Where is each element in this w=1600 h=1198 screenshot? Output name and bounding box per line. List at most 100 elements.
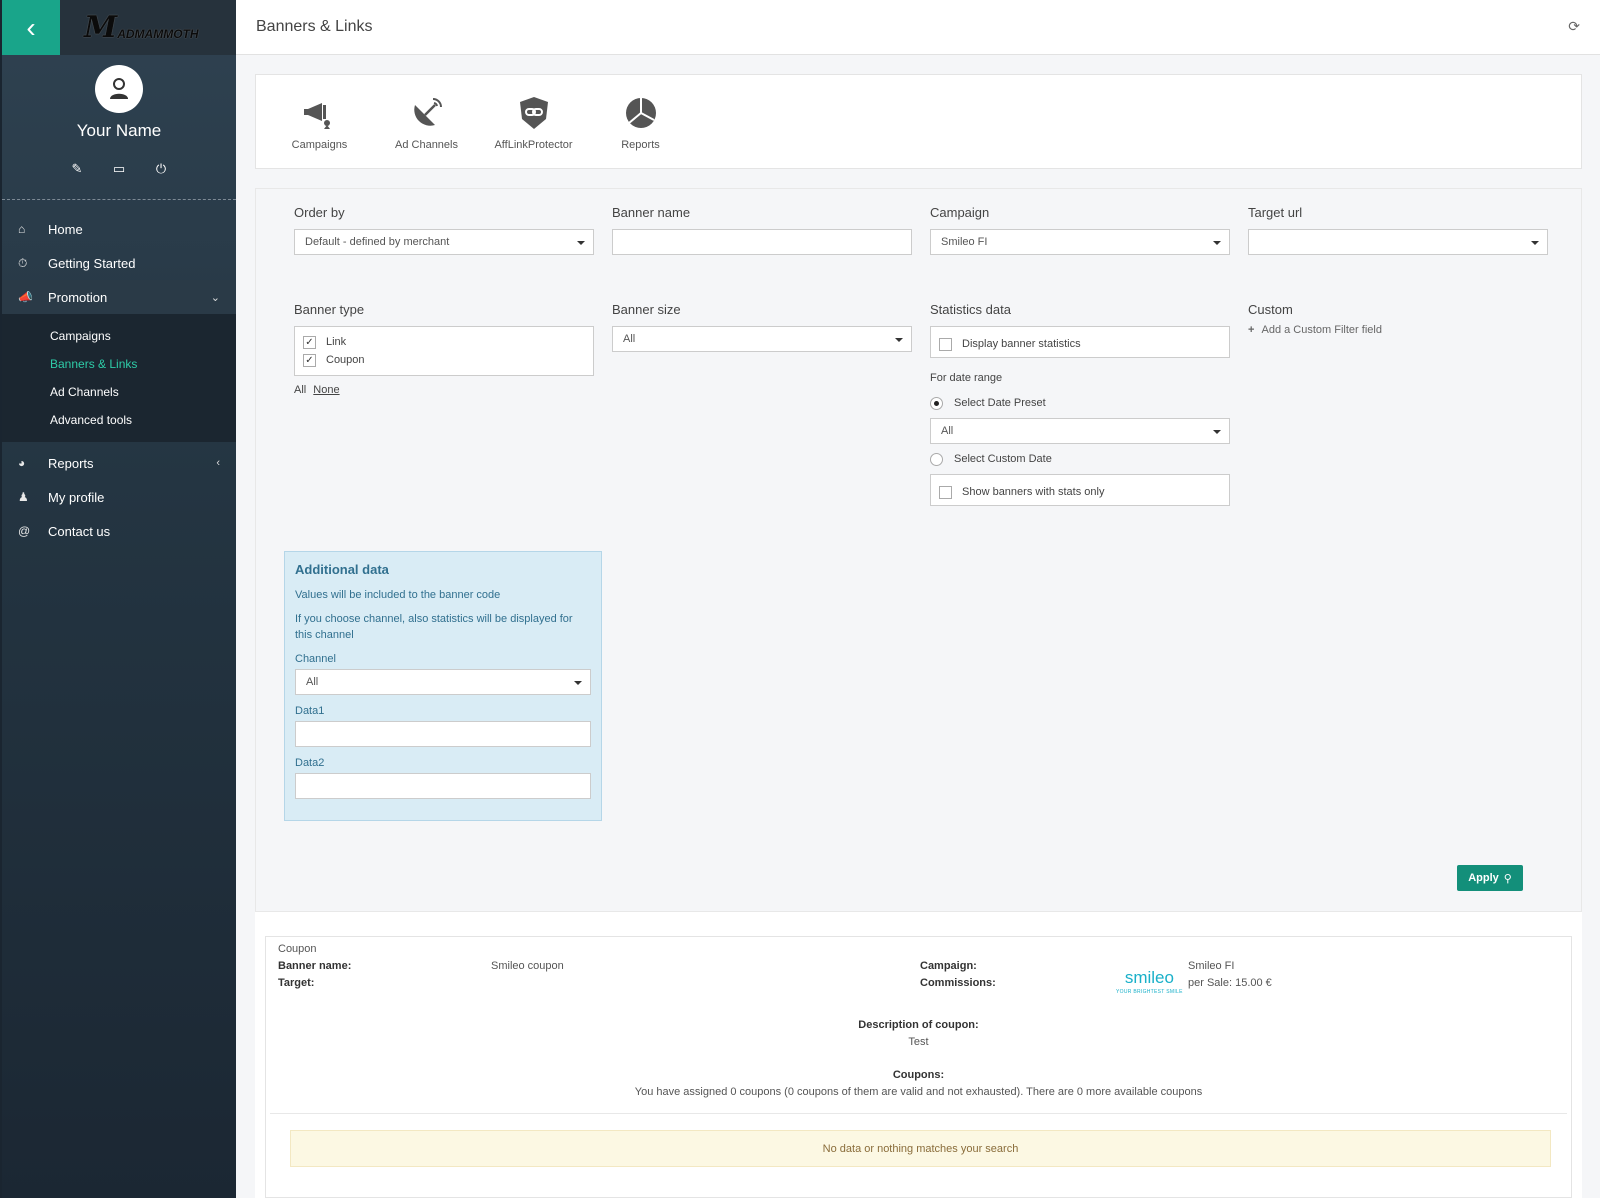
plus-icon: +: [1248, 324, 1255, 336]
order-by-select[interactable]: Default - defined by merchant: [294, 229, 594, 255]
checkbox-checked[interactable]: ✓: [303, 353, 316, 367]
divider: [270, 1113, 1567, 1114]
channel-select[interactable]: All: [295, 669, 591, 695]
display-stats-checkbox[interactable]: Display banner statistics: [939, 335, 1221, 353]
checkbox-checked[interactable]: ✓: [303, 335, 316, 349]
toolbar-campaigns[interactable]: Campaigns: [266, 75, 373, 168]
banner-name-key: Banner name:: [278, 960, 352, 972]
order-by-value: Default - defined by merchant: [305, 236, 450, 248]
filter-panel: Order by Default - defined by merchant B…: [255, 188, 1582, 912]
promotion-submenu: Campaigns Banners & Links Ad Channels Ad…: [2, 314, 236, 442]
power-icon[interactable]: ⏻: [152, 161, 170, 177]
add-custom-filter-link[interactable]: + Add a Custom Filter field: [1248, 324, 1548, 336]
at-icon: @: [18, 524, 31, 538]
back-arrow-icon[interactable]: ‹: [2, 0, 60, 55]
channel-label: Channel: [295, 653, 336, 665]
sidebar-item-promotion[interactable]: 📣 Promotion ⌄: [2, 280, 236, 314]
refresh-icon[interactable]: ⟳: [1568, 18, 1580, 35]
display-stats-box: Display banner statistics: [930, 326, 1230, 358]
satellite-dish-icon: [413, 98, 442, 126]
select-date-preset-radio[interactable]: Select Date Preset: [930, 392, 1230, 414]
toolbar-label: Ad Channels: [395, 139, 458, 151]
sidebar-item-contact-us[interactable]: @ Contact us: [2, 514, 236, 548]
sidebar-sub-banners-links[interactable]: Banners & Links: [2, 350, 236, 378]
data1-label: Data1: [295, 705, 325, 717]
radio-unselected[interactable]: [930, 452, 943, 466]
chevron-left-icon: ‹: [216, 457, 220, 469]
target-url-select[interactable]: [1248, 229, 1548, 255]
banner-type-coupon[interactable]: ✓ Coupon: [303, 351, 585, 369]
toolbar-ad-channels[interactable]: Ad Channels: [373, 75, 480, 168]
checkbox-label: Show banners with stats only: [962, 486, 1105, 498]
campaign-value: Smileo FI: [941, 236, 988, 248]
sidebar-item-my-profile[interactable]: ♟ My profile: [2, 480, 236, 514]
checkbox-label: Coupon: [326, 354, 365, 366]
banner-size-value: All: [623, 333, 636, 345]
date-preset-select[interactable]: All: [930, 418, 1230, 444]
brand-logo[interactable]: M ADMAMMOTH: [60, 0, 236, 55]
toolbar-reports[interactable]: Reports: [587, 75, 694, 168]
chevron-down-icon: ⌄: [210, 291, 220, 304]
coupons-key: Coupons:: [892, 1069, 945, 1081]
sidebar-item-label: Promotion: [48, 289, 108, 305]
no-data-alert: No data or nothing matches your search: [290, 1130, 1551, 1167]
add-custom-label: Add a Custom Filter field: [1261, 324, 1382, 336]
select-custom-date-radio[interactable]: Select Custom Date: [930, 448, 1230, 470]
target-url-label: Target url: [1248, 205, 1303, 220]
date-preset-value: All: [941, 425, 954, 437]
data1-input[interactable]: [295, 721, 591, 747]
results-panel: Coupon Banner name: Smileo coupon Target…: [255, 912, 1582, 1198]
megaphone-icon: [303, 103, 330, 129]
user-avatar-icon: [110, 78, 128, 99]
logo-tagline: YOUR BRIGHTEST SMILE: [1116, 989, 1183, 995]
monitor-icon[interactable]: ▭: [110, 161, 128, 177]
banner-name-input[interactable]: [612, 229, 912, 255]
pencil-icon[interactable]: ✎: [68, 161, 86, 177]
avatar[interactable]: [95, 65, 143, 113]
home-icon: ⌂: [18, 222, 26, 236]
sidebar-item-reports[interactable]: ◕ Reports ‹: [2, 446, 236, 480]
user-icon: ♟: [18, 490, 29, 504]
commissions-key: Commissions:: [920, 977, 996, 989]
sidebar-item-label: Getting Started: [48, 255, 136, 271]
banner-size-select[interactable]: All: [612, 326, 912, 352]
checkbox-unchecked[interactable]: [939, 337, 952, 351]
sidebar-item-label: Reports: [48, 455, 94, 471]
stats-only-checkbox[interactable]: Show banners with stats only: [939, 483, 1221, 501]
caret-down-icon: [1213, 241, 1221, 245]
custom-label: Custom: [1248, 302, 1293, 317]
sidebar-item-label: Home: [48, 221, 83, 237]
caret-down-icon: [574, 681, 582, 685]
checkbox-label: Display banner statistics: [962, 338, 1081, 350]
megaphone-icon: 📣: [18, 290, 33, 304]
apply-button[interactable]: Apply ⚲: [1457, 865, 1523, 891]
statistics-label: Statistics data: [930, 302, 1011, 317]
page-header: Banners & Links ⟳: [236, 0, 1600, 55]
banner-type-text: Coupon: [278, 943, 317, 955]
search-icon: ⚲: [1503, 872, 1512, 885]
toolbar-afflinkprotector[interactable]: AffLinkProtector: [480, 75, 587, 168]
additional-note-2: If you choose channel, also statistics w…: [295, 613, 573, 641]
banner-name-label: Banner name: [612, 205, 691, 220]
no-data-text: No data or nothing matches your search: [822, 1142, 1019, 1155]
sidebar-sub-ad-channels[interactable]: Ad Channels: [2, 378, 236, 406]
radio-selected[interactable]: [930, 396, 943, 410]
banner-name-value: Smileo coupon: [491, 960, 564, 972]
select-all-link[interactable]: All: [294, 384, 306, 396]
campaign-key: Campaign:: [920, 960, 977, 972]
sidebar-sub-advanced-tools[interactable]: Advanced tools: [2, 406, 236, 434]
sidebar-item-home[interactable]: ⌂ Home: [2, 212, 236, 246]
banner-type-link[interactable]: ✓ Link: [303, 333, 585, 351]
order-by-label: Order by: [294, 205, 345, 220]
data2-label: Data2: [295, 757, 325, 769]
toolbar-label: Reports: [621, 139, 660, 151]
checkbox-unchecked[interactable]: [939, 485, 952, 499]
sidebar-sub-campaigns[interactable]: Campaigns: [2, 322, 236, 350]
sidebar-item-getting-started[interactable]: ⏱ Getting Started: [2, 246, 236, 280]
page-title: Banners & Links: [256, 18, 373, 35]
data2-input[interactable]: [295, 773, 591, 799]
stats-only-box: Show banners with stats only: [930, 474, 1230, 506]
select-none-link[interactable]: None: [313, 384, 339, 396]
campaign-select[interactable]: Smileo FI: [930, 229, 1230, 255]
channel-value: All: [306, 676, 319, 688]
